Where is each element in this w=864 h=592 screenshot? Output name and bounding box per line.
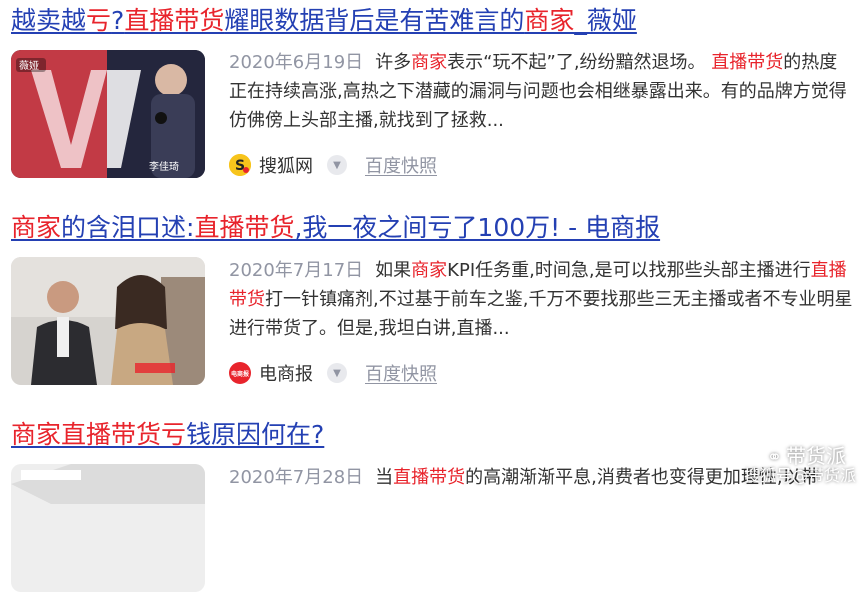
highlight-keyword: 直播带货 xyxy=(393,467,466,488)
snapshot-link[interactable]: 百度快照 xyxy=(365,360,437,386)
result-abstract: 2020年7月17日 如果商家KPI任务重,时间急,是可以找那些头部主播进行直播带… xyxy=(229,256,855,343)
text-segment: 打一针镇痛剂,不过基于前车之鉴,千万不要找那些三无主播或者不专业明星进行带货了。… xyxy=(229,289,853,339)
text-segment: 表示“玩不起”了,纷纷黯然退场。 xyxy=(447,52,712,73)
text-segment: 当 xyxy=(375,467,394,488)
result-date: 2020年7月17日 xyxy=(229,260,364,281)
result-title-link[interactable]: 商家直播带货亏钱原因何在? xyxy=(11,419,324,451)
highlight-keyword: 商家 xyxy=(411,52,448,73)
highlight-keyword: 商家 xyxy=(524,6,575,35)
result-date: 2020年7月28日 xyxy=(229,467,364,488)
chevron-down-icon[interactable]: ▼ xyxy=(327,155,347,175)
text-segment: KPI任务重,时间急,是可以找那些头部主播进行 xyxy=(447,260,811,281)
source-name[interactable]: 搜狐网 xyxy=(259,152,313,178)
text-segment: ? xyxy=(111,6,125,35)
result-thumbnail[interactable]: 薇娅 李佳琦 xyxy=(11,50,205,178)
result-source-row: S 搜狐网 ▼ 百度快照 xyxy=(229,151,437,179)
text-segment: _薇娅 xyxy=(574,6,637,35)
text-segment: 钱原因何在? xyxy=(186,420,325,449)
source-name[interactable]: 电商报 xyxy=(259,360,313,386)
highlight-keyword: 直播带货 xyxy=(124,6,225,35)
result-title-link[interactable]: 越卖越亏?直播带货耀眼数据背后是有苦难言的商家_薇娅 xyxy=(11,5,637,37)
watermark-account: 搜狐号@带货派 xyxy=(743,466,856,485)
thumb-label-2: 李佳琦 xyxy=(149,160,179,173)
highlight-keyword: 商家 xyxy=(411,260,448,281)
sohu-logo-icon: S xyxy=(229,154,251,176)
highlight-keyword: 商家直播带货亏 xyxy=(11,420,187,449)
text-segment: 许多 xyxy=(375,52,412,73)
highlight-keyword: 直播带货 xyxy=(711,52,784,73)
result-source-row: 电商报 电商报 ▼ 百度快照 xyxy=(229,359,437,387)
result-thumbnail[interactable] xyxy=(11,464,205,592)
chevron-down-icon[interactable]: ▼ xyxy=(327,363,347,383)
thumb-label-1: 薇娅 xyxy=(19,59,39,72)
result-title-link[interactable]: 商家的含泪口述:直播带货,我一夜之间亏了100万! - 电商报 xyxy=(11,212,660,244)
highlight-keyword: 亏 xyxy=(86,6,112,35)
dsb-logo-icon: 电商报 xyxy=(229,362,251,384)
text-segment: 越卖越 xyxy=(11,6,87,35)
highlight-keyword: 商家 xyxy=(11,213,62,242)
result-date: 2020年6月19日 xyxy=(229,52,364,73)
dsb-logo-text: 电商报 xyxy=(230,370,249,378)
highlight-keyword: 直播带货 xyxy=(194,213,295,242)
result-abstract: 2020年6月19日 许多商家表示“玩不起”了,纷纷黯然退场。 直播带货的热度正在… xyxy=(229,48,855,135)
snapshot-link[interactable]: 百度快照 xyxy=(365,152,437,178)
text-segment: 的含泪口述: xyxy=(61,213,195,242)
result-thumbnail[interactable] xyxy=(11,257,205,385)
text-segment: 如果 xyxy=(375,260,412,281)
text-segment: 耀眼数据背后是有苦难言的 xyxy=(224,6,525,35)
text-segment: ,我一夜之间亏了100万! - 电商报 xyxy=(294,213,661,242)
